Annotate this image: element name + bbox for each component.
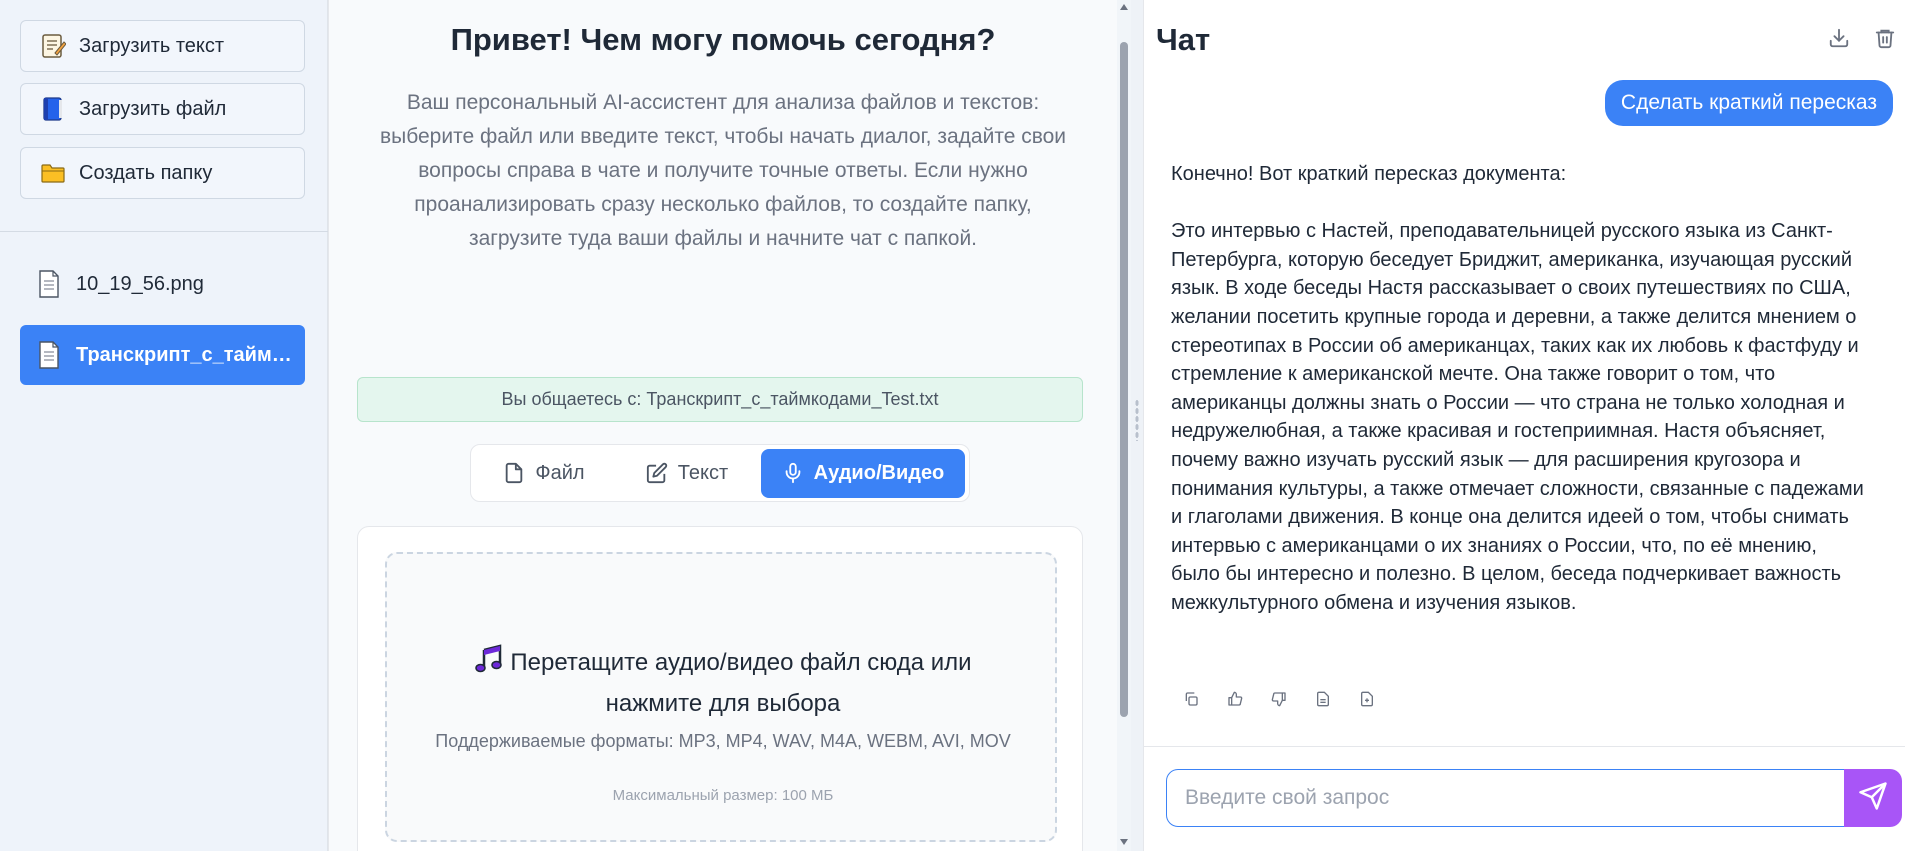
document-text-icon: [1315, 691, 1331, 712]
chat-input-area: [1144, 746, 1905, 851]
tab-text[interactable]: Текст: [619, 449, 755, 498]
memo-icon: [39, 32, 67, 60]
save-to-file-button[interactable]: [1356, 690, 1378, 712]
trash-icon: [1874, 27, 1896, 54]
music-note-icon: [474, 644, 504, 685]
thumbs-up-icon: [1227, 691, 1243, 712]
message-actions: [1180, 690, 1378, 712]
copy-icon: [1183, 691, 1199, 712]
export-document-button[interactable]: [1312, 690, 1334, 712]
panel-resize-handle[interactable]: [1131, 0, 1143, 851]
dislike-button[interactable]: [1268, 690, 1290, 712]
file-item-label: 10_19_56.png: [76, 272, 204, 295]
input-mode-tabs: Файл Текст Аудио/Видео: [470, 444, 970, 502]
download-icon: [1828, 27, 1850, 54]
file-item-transcript[interactable]: Транскрипт_с_таймкодами_Test.txt: [20, 325, 305, 385]
tab-label: Текст: [677, 461, 729, 484]
folder-icon: [39, 159, 67, 187]
like-button[interactable]: [1224, 690, 1246, 712]
upload-file-button[interactable]: Загрузить файл: [20, 83, 305, 135]
file-icon: [503, 462, 525, 484]
assistant-reply: Конечно! Вот краткий пересказ документа:…: [1171, 163, 1864, 614]
tab-label: Файл: [535, 461, 585, 484]
dropzone-formats: Поддерживаемые форматы: MP3, MP4, WAV, M…: [435, 731, 1011, 751]
create-folder-label: Создать папку: [79, 161, 213, 184]
main-panel: Привет! Чем могу помочь сегодня? Ваш пер…: [329, 0, 1117, 851]
scroll-up-arrow[interactable]: [1120, 4, 1128, 10]
send-icon: [1858, 781, 1888, 816]
main-scrollbar[interactable]: [1117, 0, 1131, 851]
upload-card: Перетащите аудио/видео файл сюда или наж…: [357, 526, 1083, 851]
intro-text: Ваш персональный AI-ассистент для анализ…: [379, 91, 1067, 250]
upload-text-label: Загрузить текст: [79, 34, 225, 57]
tab-label: Аудио/Видео: [813, 461, 945, 484]
chat-title: Чат: [1156, 22, 1211, 57]
download-chat-button[interactable]: [1825, 26, 1853, 54]
upload-file-label: Загрузить файл: [79, 97, 227, 120]
file-item-label: Транскрипт_с_таймкодами_Test.txt: [76, 343, 301, 366]
tab-audio-video[interactable]: Аудио/Видео: [760, 448, 965, 498]
send-button[interactable]: [1844, 769, 1902, 827]
upload-text-button[interactable]: Загрузить текст: [20, 20, 305, 72]
sidebar-divider: [0, 231, 328, 232]
chat-input[interactable]: [1166, 769, 1846, 827]
grip-dots: [1135, 399, 1139, 441]
dropzone-max-size: Максимальный размер: 100 МБ: [612, 787, 834, 804]
edit-icon: [646, 462, 668, 484]
sidebar: Загрузить текст Загрузить файл Создать п…: [0, 0, 328, 851]
copy-message-button[interactable]: [1180, 690, 1202, 712]
page-title: Привет! Чем могу помочь сегодня?: [450, 22, 996, 57]
document-icon: [36, 340, 62, 370]
tab-file[interactable]: Файл: [475, 449, 613, 498]
thumbs-down-icon: [1271, 691, 1287, 712]
audio-video-dropzone[interactable]: Перетащите аудио/видео файл сюда или наж…: [385, 552, 1057, 842]
create-folder-button[interactable]: Создать папку: [20, 147, 305, 199]
microphone-icon: [782, 462, 804, 484]
user-message-bubble: Сделать краткий пересказ: [1604, 80, 1893, 126]
blue-book-icon: [39, 95, 67, 123]
file-item-10-19-56-png[interactable]: 10_19_56.png: [20, 254, 305, 314]
chat-panel: Чат Сделать краткий пересказ Конечно! Во…: [1143, 0, 1905, 851]
file-plus-icon: [1359, 691, 1375, 712]
clear-chat-button[interactable]: [1871, 26, 1899, 54]
scrollbar-thumb[interactable]: [1120, 42, 1128, 717]
dropzone-title-text: Перетащите аудио/видео файл сюда или наж…: [510, 649, 972, 717]
active-file-banner: Вы общаетесь с: Транскрипт_с_таймкодами_…: [357, 377, 1083, 422]
dropzone-title: Перетащите аудио/видео файл сюда или наж…: [427, 644, 1019, 722]
scroll-down-arrow[interactable]: [1120, 839, 1128, 845]
document-icon: [36, 269, 62, 299]
